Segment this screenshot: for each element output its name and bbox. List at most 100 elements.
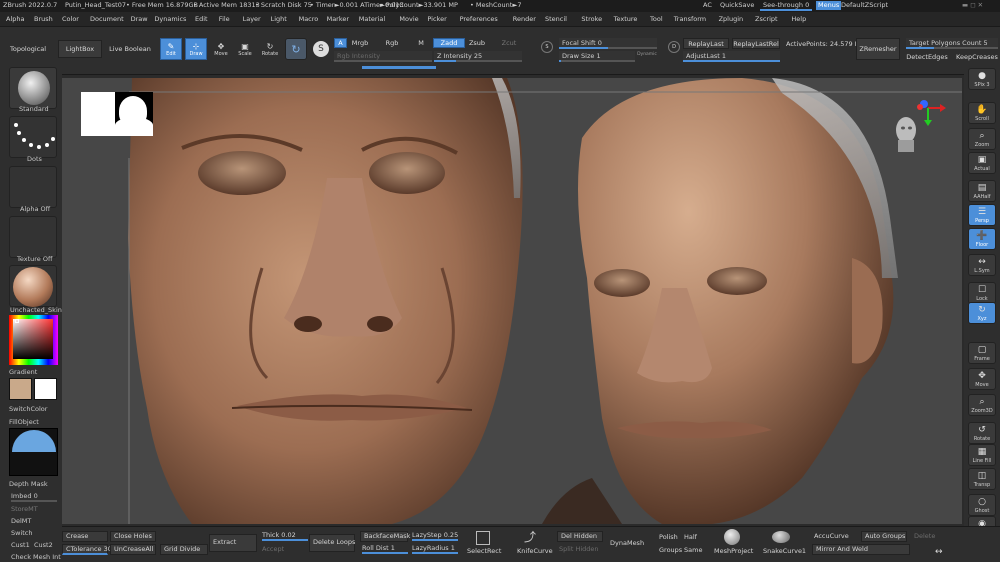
menu-draw[interactable]: Draw — [131, 15, 148, 23]
menu-alpha[interactable]: Alpha — [6, 15, 24, 23]
right-move-button[interactable]: ✥ Move — [968, 368, 996, 390]
knifecurve-label[interactable]: KnifeCurve — [517, 547, 553, 555]
extract-button[interactable]: Extract — [209, 534, 257, 552]
menu-movie[interactable]: Movie — [399, 15, 418, 23]
texture-tile[interactable] — [9, 216, 57, 258]
thick-slider[interactable]: Thick 0.02 — [262, 531, 308, 541]
lazystep-slider[interactable]: LazyStep 0.25 — [412, 531, 458, 541]
delmt-button[interactable]: DelMT — [11, 517, 31, 525]
right-spix-3-button[interactable]: ● SPix 3 — [968, 68, 996, 90]
snakecurve-label[interactable]: SnakeCurve1 — [763, 547, 806, 555]
live-boolean-button[interactable]: Live Boolean — [106, 42, 154, 56]
menu-stencil[interactable]: Stencil — [545, 15, 567, 23]
menu-texture[interactable]: Texture — [614, 15, 638, 23]
split-hidden-button[interactable]: Split Hidden — [559, 545, 599, 553]
menu-stroke[interactable]: Stroke — [581, 15, 602, 23]
gizmo-button[interactable]: ↻ — [285, 38, 307, 60]
half-button[interactable]: Half — [684, 533, 697, 541]
d-dial[interactable]: D — [668, 41, 680, 53]
polish-button[interactable]: Polish — [659, 533, 678, 541]
meshproject-icon[interactable] — [724, 529, 740, 545]
roll-dist-slider[interactable]: Roll Dist 1 — [362, 544, 408, 554]
right-xyz-button[interactable]: ↻ Xyz — [968, 302, 996, 324]
storemt-button[interactable]: StoreMT — [11, 505, 38, 513]
imbed-slider[interactable]: Imbed 0 — [11, 492, 57, 502]
accucurve-button[interactable]: AccuCurve — [814, 532, 849, 540]
knifecurve-icon[interactable]: ⤴ — [524, 531, 536, 543]
snakecurve-icon[interactable] — [772, 531, 790, 543]
menu-marker[interactable]: Marker — [327, 15, 349, 23]
auto-groups-button[interactable]: Auto Groups — [861, 531, 907, 542]
defaultzscript-button[interactable]: DefaultZScript — [841, 2, 888, 9]
switchcolor-button[interactable]: SwitchColor — [9, 405, 47, 413]
delete-loops-button[interactable]: Delete Loops — [309, 534, 355, 552]
delete-button[interactable]: Delete — [914, 532, 935, 540]
uncreaseall-button[interactable]: UnCreaseAll — [110, 544, 156, 555]
right-rotate-button[interactable]: ↺ Rotate — [968, 422, 996, 444]
backfacemask-button[interactable]: BackfaceMask — [360, 531, 410, 542]
groups-button[interactable]: Groups — [659, 546, 682, 554]
zcut-toggle[interactable]: Zcut — [500, 38, 518, 48]
zadd-toggle[interactable]: Zadd — [433, 38, 465, 48]
lightbox-button[interactable]: LightBox — [58, 40, 102, 58]
menu-zplugin[interactable]: Zplugin — [719, 15, 744, 23]
z-intensity-slider[interactable]: Z Intensity 25 — [434, 51, 522, 62]
color-saturation-square[interactable] — [13, 319, 53, 359]
orientation-gizmo[interactable] — [888, 90, 948, 160]
dynamesh-button[interactable]: DynaMesh — [610, 539, 644, 547]
color-picker[interactable] — [9, 315, 58, 365]
right-transp-button[interactable]: ◫ Transp — [968, 468, 996, 490]
switch-button[interactable]: Switch — [11, 529, 33, 537]
m-toggle[interactable]: M — [415, 38, 427, 48]
cust2-button[interactable]: Cust2 — [34, 541, 53, 549]
menu-edit[interactable]: Edit — [195, 15, 208, 23]
menu-preferences[interactable]: Preferences — [460, 15, 498, 23]
menu-dynamics[interactable]: Dynamics — [154, 15, 186, 23]
zsub-toggle[interactable]: Zsub — [466, 38, 488, 48]
secondary-color-swatch[interactable] — [34, 378, 57, 400]
brush-tile[interactable] — [9, 67, 57, 109]
silhouette-thumbnail[interactable] — [81, 92, 153, 136]
cust1-button[interactable]: Cust1 — [11, 541, 30, 549]
seethrough-slider[interactable]: See-through 0 — [760, 2, 813, 11]
right-persp-button[interactable]: ☰ Persp — [968, 204, 996, 226]
rgb-intensity-slider[interactable]: Rgb Intensity — [334, 51, 432, 62]
depth-mask-preview[interactable] — [9, 428, 58, 476]
ctolerance-slider[interactable]: CTolerance 30 — [62, 544, 112, 555]
right-scroll-button[interactable]: ✋ Scroll — [968, 102, 996, 124]
selectrect-icon[interactable] — [476, 531, 490, 545]
adjustlast-slider[interactable]: AdjustLast 1 — [683, 51, 780, 62]
right-lock-button[interactable]: ☐ Lock — [968, 282, 996, 304]
menu-picker[interactable]: Picker — [427, 15, 446, 23]
menu-tool[interactable]: Tool — [650, 15, 663, 23]
right-frame-button[interactable]: ▢ Frame — [968, 342, 996, 364]
menu-color[interactable]: Color — [62, 15, 79, 23]
resize-arrows-icon[interactable]: ↔ — [935, 548, 943, 557]
right-zoom-button[interactable]: ⌕ Zoom — [968, 128, 996, 150]
replaylastrel-button[interactable]: ReplayLastRel — [732, 38, 780, 49]
keepcreases-button[interactable]: KeepCreases — [955, 51, 999, 62]
draw-button[interactable]: ⊹ Draw — [185, 38, 207, 60]
menu-layer[interactable]: Layer — [243, 15, 261, 23]
zremesher-button[interactable]: ZRemesher — [856, 38, 900, 60]
right-l-sym-button[interactable]: ↔ L.Sym — [968, 254, 996, 276]
right-line-fill-button[interactable]: ▦ Line Fill — [968, 444, 996, 466]
meshproject-label[interactable]: MeshProject — [714, 547, 753, 555]
right-zoom3d-button[interactable]: ⌕ Zoom3D — [968, 394, 996, 416]
mirror-weld-button[interactable]: Mirror And Weld — [812, 544, 910, 555]
dynamic-toggle[interactable]: Dynamic — [636, 50, 658, 59]
right-actual-button[interactable]: ▣ Actual — [968, 152, 996, 174]
menu-zscript[interactable]: Zscript — [755, 15, 778, 23]
accept-button[interactable]: Accept — [262, 545, 284, 553]
same-button[interactable]: Same — [684, 546, 702, 554]
a-toggle[interactable]: A — [334, 38, 347, 48]
rgb-toggle[interactable]: Rgb — [383, 38, 401, 48]
sculptris-button[interactable]: S — [311, 38, 331, 60]
detectedges-button[interactable]: DetectEdges — [905, 51, 949, 62]
replaylast-button[interactable]: ReplayLast — [683, 38, 729, 49]
menu-document[interactable]: Document — [90, 15, 124, 23]
s-dial[interactable]: S — [541, 41, 553, 53]
edit-button[interactable]: ✎ Edit — [160, 38, 182, 60]
check-mesh-button[interactable]: Check Mesh Int — [11, 553, 61, 561]
menus-button[interactable]: Menus — [816, 1, 842, 10]
